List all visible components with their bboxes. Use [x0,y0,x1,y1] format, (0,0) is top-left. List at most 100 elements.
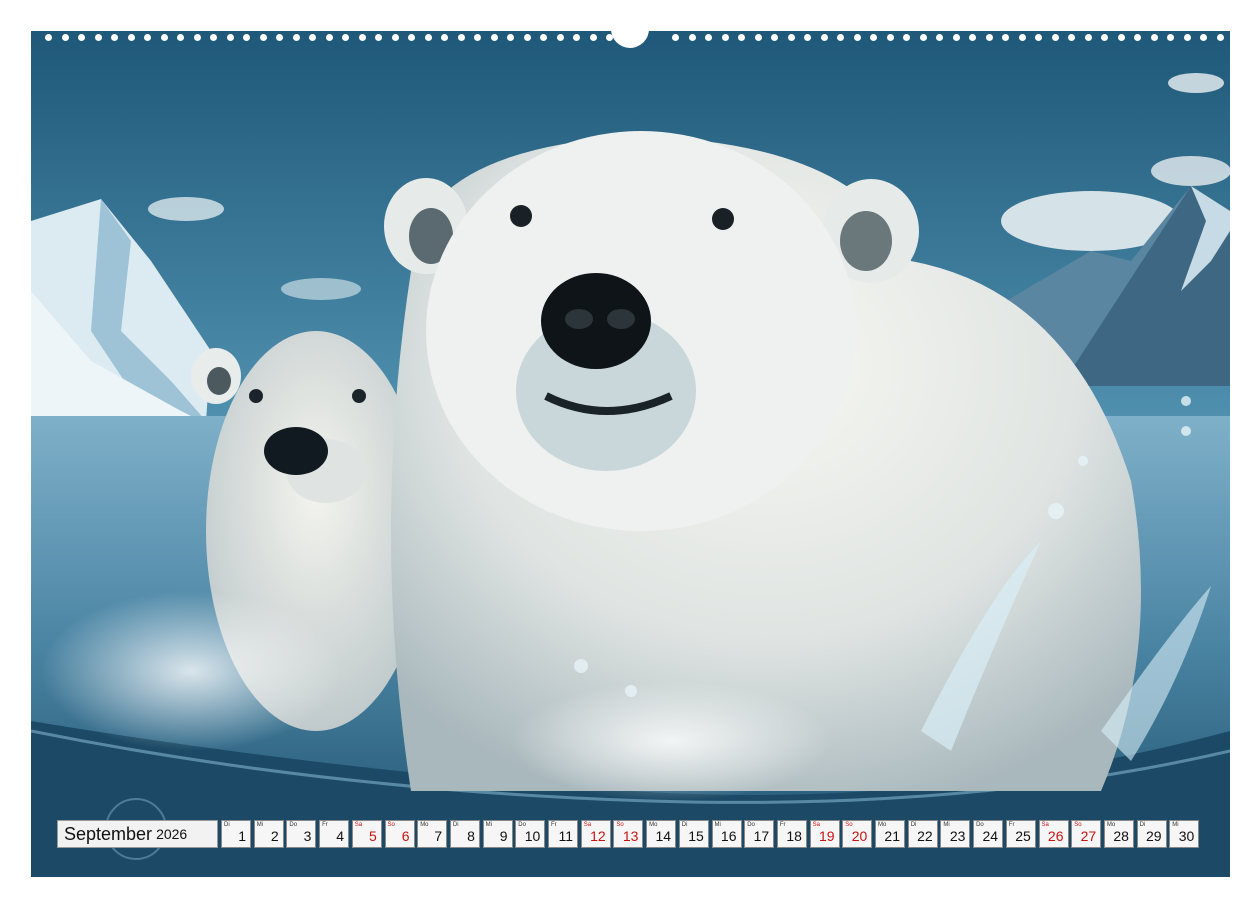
binding-hole [1051,34,1059,41]
binding-hole [325,34,333,41]
day-number: 23 [949,828,966,844]
day-number: 2 [270,828,279,844]
calendar-day: Fr 11 [548,820,578,848]
day-number: 24 [982,828,999,844]
binding-hole [1035,34,1042,41]
weekday-label: Mo [420,822,429,828]
binding-hole [787,34,795,41]
calendar-day: Mi 9 [482,820,513,848]
binding-hole [177,34,184,41]
binding-hole [771,34,778,41]
calendar-day: Sa 26 [1038,820,1069,848]
binding-hole [837,34,844,41]
binding-hole [556,34,564,41]
binding-hole [589,34,597,41]
calendar-day: Mo 14 [646,820,677,848]
day-number: 1 [238,828,246,844]
month-name: September [64,823,153,844]
binding-hole [276,34,283,41]
binding-hole [78,34,85,41]
binding-hole [358,34,366,41]
calendar-day: Di 8 [449,820,480,848]
day-number: 27 [1080,828,1097,844]
binding-hole [490,34,498,41]
calendar-day: Sa 19 [809,820,840,848]
day-number: 17 [753,828,770,844]
day-number: 8 [467,828,475,844]
calendar-day: So 13 [613,820,644,848]
weekday-label: Di [910,822,917,828]
day-number: 3 [303,828,312,844]
binding-hole [424,34,432,41]
binding-hole [45,34,52,41]
day-number: 6 [401,828,410,844]
calendar-day: So 6 [384,820,415,848]
calendar-day: Mo 28 [1103,820,1134,848]
binding-hole [886,34,894,41]
polar-bear-photo [31,31,1230,877]
binding-hole [441,34,448,41]
calendar-day: So 27 [1071,820,1102,848]
binding-hole [94,34,102,41]
binding-hole [1134,34,1141,41]
binding-hole [870,34,877,41]
binding-hole [127,34,135,41]
day-number: 12 [590,828,606,844]
weekday-label: Mi [485,822,492,828]
weekday-label: Di [1139,822,1146,828]
binding-hole [61,34,69,41]
month-label-box: September 2026 [57,820,218,848]
weekday-label: Mi [714,822,721,828]
binding-hole [474,34,481,41]
binding-hole [342,34,349,41]
binding-hole [936,34,943,41]
weekday-label: Di [681,822,688,828]
binding-hole [672,34,679,41]
weekday-label: Do [289,822,298,828]
binding-hole [111,34,118,41]
weekday-label: Fr [1008,822,1015,828]
weekday-label: Sa [354,822,363,828]
calendar-day: Fr 4 [319,820,350,848]
calendar-day: Mi 16 [711,820,742,848]
binding-hole [705,34,712,41]
binding-hole [985,34,993,41]
calendar-day: Sa 5 [351,820,382,848]
binding-hole [160,34,168,41]
binding-hole [1200,34,1207,41]
day-number: 10 [524,828,541,844]
day-number: 5 [369,828,377,844]
binding-hole [804,34,811,41]
binding-hole [919,34,927,41]
weekday-label: Fr [779,822,786,828]
weekday-label: So [387,822,395,828]
day-number: 25 [1015,828,1031,844]
binding-hole [309,34,316,41]
calendar-day: Mi 23 [940,820,971,848]
binding-hole [969,34,976,41]
binding-hole [853,34,861,41]
weekday-label: Mi [943,822,950,828]
calendar-day: Fr 18 [776,820,807,848]
weekday-label: Di [452,822,459,828]
binding-hole [391,34,399,41]
day-number: 15 [688,828,704,844]
binding-hole [721,34,729,41]
binding-hole [1018,34,1026,41]
binding-hole [688,34,696,41]
binding-hole [573,34,580,41]
weekday-label: Mi [256,822,264,828]
day-number: 9 [499,828,508,844]
day-number: 7 [434,828,443,844]
binding-hole [523,34,531,41]
day-number: 11 [558,828,573,844]
weekday-label: Fr [551,822,557,828]
binding-hole [738,34,745,41]
weekday-label: Mi [1172,822,1179,828]
binding-hole [408,34,415,41]
calendar-day: Fr 25 [1005,820,1036,848]
calendar-day: Mo 7 [417,820,448,848]
binding-hole [144,34,151,41]
calendar-day: Di 15 [678,820,709,848]
binding-hole [457,34,465,41]
